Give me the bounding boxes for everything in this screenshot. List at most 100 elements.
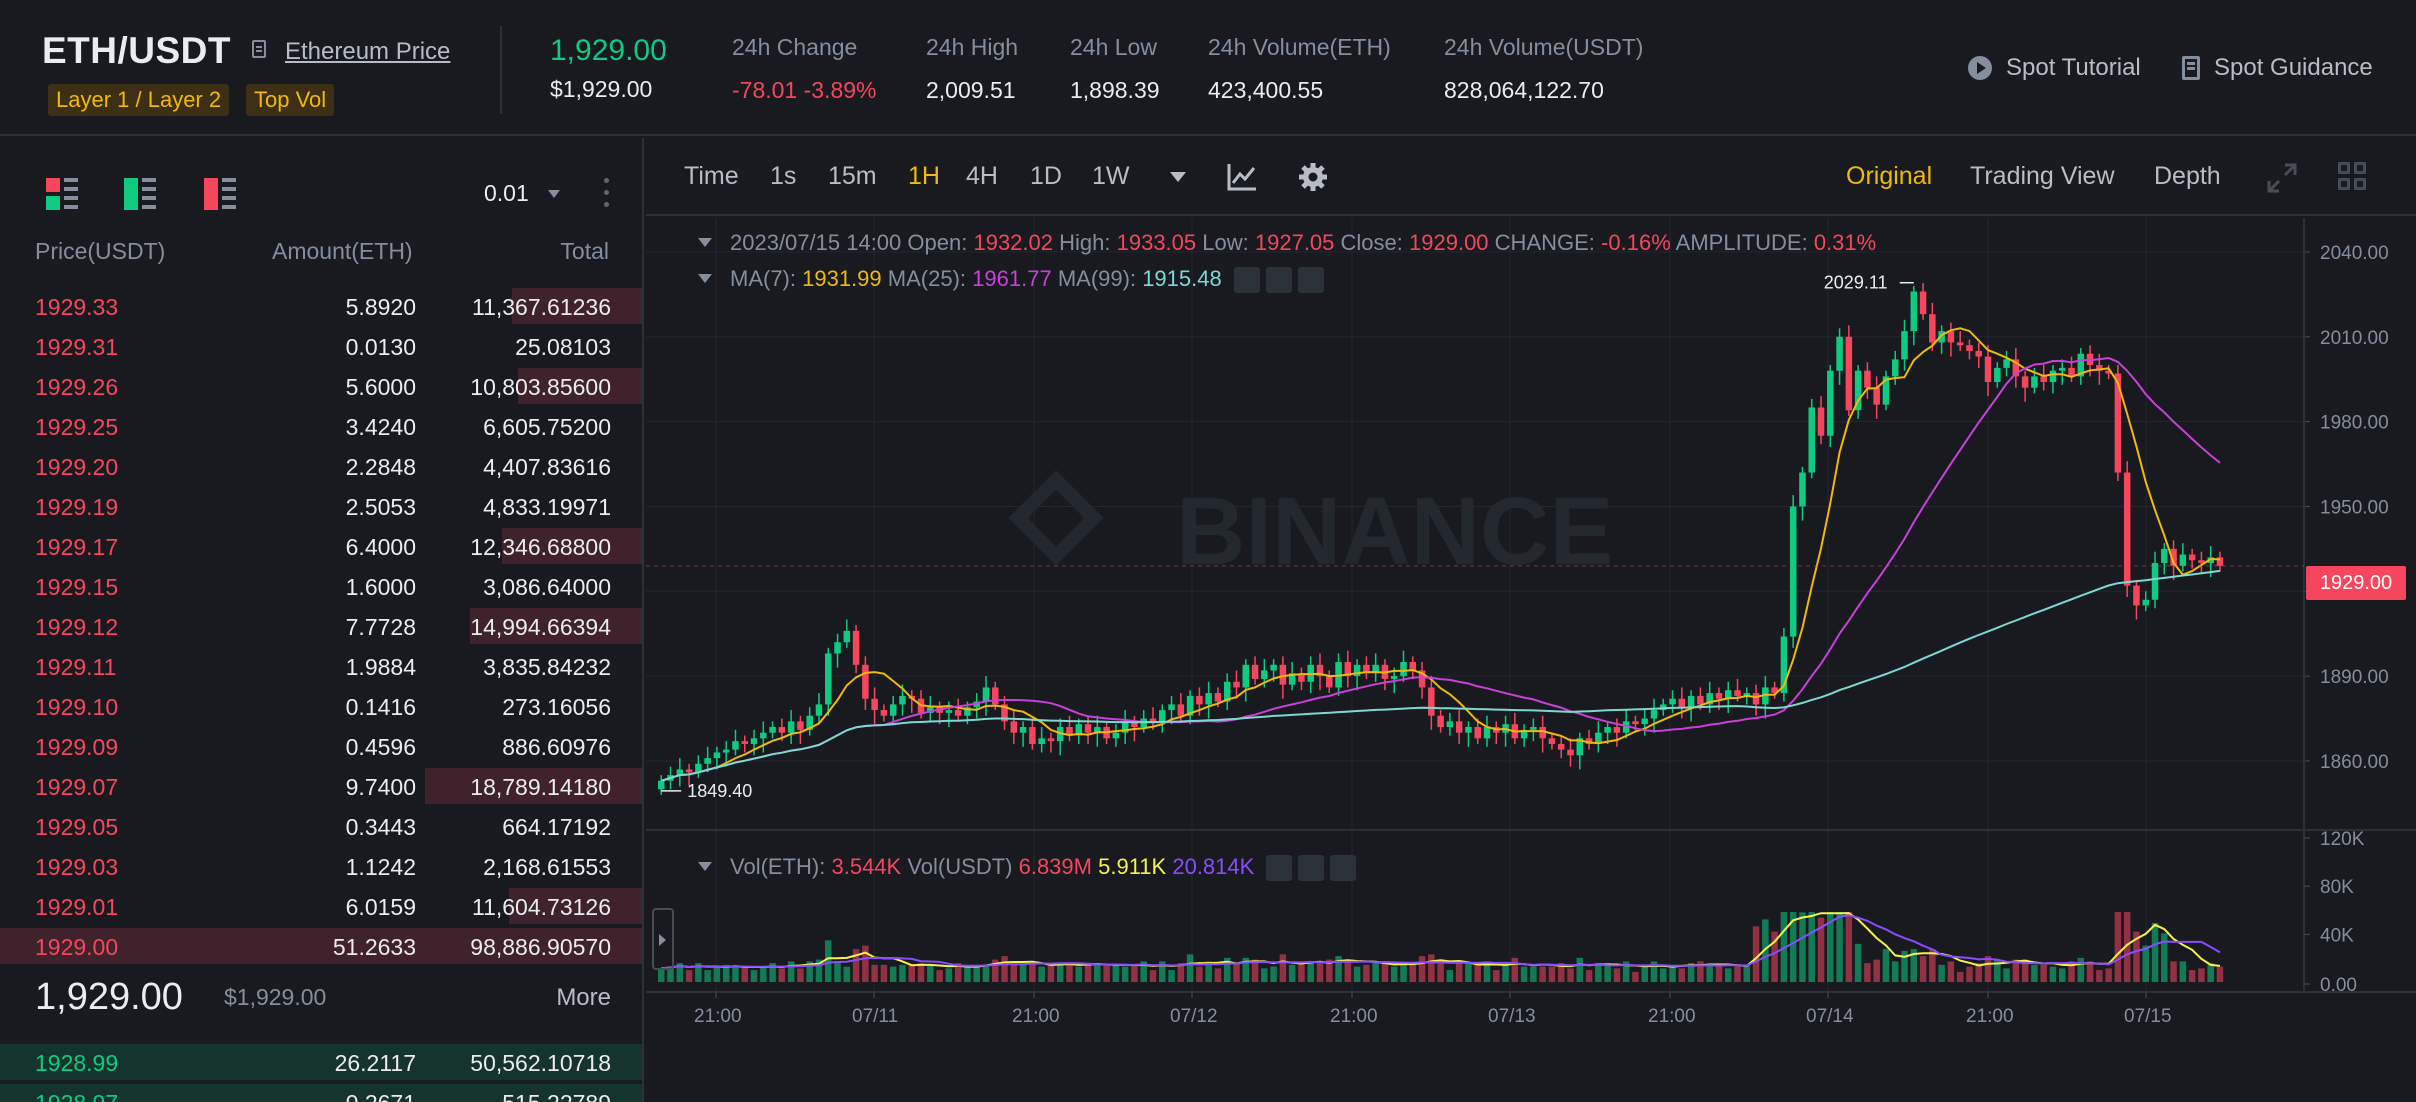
ask-total: 11,604.73126 [472, 894, 611, 920]
layout-grid-icon[interactable] [2338, 162, 2368, 192]
book-bids-view-icon[interactable] [124, 178, 158, 212]
ask-price: 1929.17 [35, 534, 119, 560]
close-icon[interactable] [1297, 267, 1324, 294]
settings-icon[interactable] [1265, 267, 1292, 294]
expand-panel-chevron-icon[interactable] [652, 908, 674, 970]
pair-title[interactable]: ETH/USDT [42, 30, 231, 72]
candle-body [1159, 710, 1166, 722]
ask-amount: 1.6000 [345, 574, 416, 600]
spot-guidance-link[interactable]: Spot Guidance [2214, 54, 2373, 82]
volume-bar [2096, 970, 2103, 982]
interval-4h[interactable]: 4H [966, 162, 998, 191]
collapse-triangle-icon[interactable] [698, 273, 712, 283]
close-icon[interactable] [1330, 855, 1357, 882]
ma99-label: MA(99): [1057, 266, 1137, 291]
high-marker-label: 2029.11 [1824, 273, 1888, 293]
candle-body [1984, 356, 1992, 383]
ask-row[interactable]: 1929.31 0.0130 25.08103 [0, 326, 642, 366]
header-divider [500, 26, 502, 114]
ask-row[interactable]: 1929.12 7.7728 14,994.66394 [0, 606, 642, 646]
close-label: Close: [1340, 230, 1403, 255]
ohlc-date: 2023/07/15 14:00 [730, 230, 902, 255]
interval-1h[interactable]: 1H [908, 162, 940, 191]
x-tick-label: 07/13 [1488, 1006, 1536, 1027]
volume-bar [2188, 970, 2196, 982]
volume-bar [1214, 968, 1222, 982]
ask-row[interactable]: 1929.17 6.4000 12,346.68800 [0, 526, 642, 566]
spot-tutorial-link[interactable]: Spot Tutorial [2006, 54, 2141, 82]
indicators-icon[interactable] [1226, 162, 1258, 192]
ask-amount: 0.1416 [345, 694, 416, 720]
candle-body [2179, 554, 2187, 566]
ask-row[interactable]: 1929.11 1.9884 3,835.84232 [0, 646, 642, 686]
view-depth[interactable]: Depth [2154, 162, 2221, 191]
more-vertical-icon[interactable] [604, 178, 610, 212]
collapse-triangle-icon[interactable] [698, 237, 712, 247]
ask-row[interactable]: 1929.33 5.8920 11,367.61236 [0, 286, 642, 326]
ask-row[interactable]: 1929.19 2.5053 4,833.19971 [0, 486, 642, 526]
ask-row[interactable]: 1929.09 0.4596 886.60976 [0, 726, 642, 766]
candle-body [1205, 693, 1212, 705]
eye-icon[interactable] [1233, 267, 1260, 294]
view-trading-view[interactable]: Trading View [1970, 162, 2115, 191]
tag-layer[interactable]: Layer 1 / Layer 2 [48, 84, 230, 116]
more-button[interactable]: More [556, 984, 611, 1012]
bid-row[interactable]: 1928.97 0.2671 515.22789 [0, 1082, 642, 1102]
stat-label: 24h Low [1070, 34, 1157, 60]
book-icon[interactable] [2182, 56, 2200, 80]
ask-row[interactable]: 1929.10 0.1416 273.16056 [0, 686, 642, 726]
eye-icon[interactable] [1266, 855, 1293, 882]
more-intervals-chevron-icon[interactable] [1170, 172, 1186, 182]
candle-body [1836, 336, 1843, 371]
volume-bar [1539, 966, 1546, 982]
ask-row[interactable]: 1929.07 9.7400 18,789.14180 [0, 766, 642, 806]
ma25-value: 1961.77 [972, 266, 1052, 291]
ask-price: 1929.05 [35, 814, 119, 840]
interval-1w[interactable]: 1W [1092, 162, 1130, 191]
volume-bar [1613, 968, 1621, 982]
settings-gear-icon[interactable] [1298, 162, 1328, 192]
ask-amount: 1.9884 [345, 654, 416, 680]
col-total-header: Total [560, 238, 609, 264]
candlestick-chart[interactable]: 2040.002010.001980.001950.001920.001890.… [646, 218, 2416, 1102]
ask-row[interactable]: 1929.15 1.6000 3,086.64000 [0, 566, 642, 606]
tag-top-vol[interactable]: Top Vol [246, 84, 335, 116]
ask-row[interactable]: 1929.01 6.0159 11,604.73126 [0, 886, 642, 926]
document-icon[interactable] [252, 40, 266, 58]
bid-row[interactable]: 1928.99 26.2117 50,562.10718 [0, 1042, 642, 1082]
volume-bar [1511, 957, 1519, 982]
ask-row[interactable]: 1929.03 1.1242 2,168.61553 [0, 846, 642, 886]
ask-price: 1929.20 [35, 454, 119, 480]
bid-amount: 0.2671 [346, 1090, 416, 1102]
play-circle-icon[interactable] [1968, 56, 1992, 80]
volume-bar [2114, 912, 2122, 982]
candle-body [1789, 506, 1797, 637]
interval-15m[interactable]: 15m [828, 162, 877, 191]
collapse-triangle-icon[interactable] [698, 861, 712, 871]
interval-1d[interactable]: 1D [1030, 162, 1062, 191]
candle-body [760, 732, 767, 739]
ask-amount: 3.4240 [345, 414, 416, 440]
book-both-view-icon[interactable] [46, 178, 80, 212]
volume-bar [1029, 963, 1036, 982]
interval-1s[interactable]: 1s [770, 162, 796, 191]
chart-panel: Time 1s 15m 1H 4H 1D 1W Original Trading… [646, 138, 2416, 1102]
ask-row[interactable]: 1929.05 0.3443 664.17192 [0, 806, 642, 846]
volume-bar [2105, 968, 2112, 982]
book-asks-view-icon[interactable] [204, 178, 238, 212]
expand-icon[interactable] [2266, 162, 2298, 194]
interval-time[interactable]: Time [684, 162, 739, 191]
view-original[interactable]: Original [1846, 162, 1932, 191]
ethereum-price-link[interactable]: Ethereum Price [285, 38, 450, 66]
ask-row[interactable]: 1929.26 5.6000 10,803.85600 [0, 366, 642, 406]
candle-body [2188, 554, 2196, 561]
ask-row[interactable]: 1929.20 2.2848 4,407.83616 [0, 446, 642, 486]
vol-ma10-value: 20.814K [1172, 854, 1255, 879]
ask-amount: 5.6000 [345, 374, 416, 400]
ask-row[interactable]: 1929.25 3.4240 6,605.75200 [0, 406, 642, 446]
stat-24h-volume-eth: 24h Volume(ETH) 423,400.55 [1208, 34, 1391, 104]
chevron-down-icon[interactable] [548, 190, 560, 198]
settings-icon[interactable] [1298, 855, 1325, 882]
tick-size-select[interactable]: 0.01 [484, 180, 529, 207]
volume-bar [2142, 945, 2149, 982]
